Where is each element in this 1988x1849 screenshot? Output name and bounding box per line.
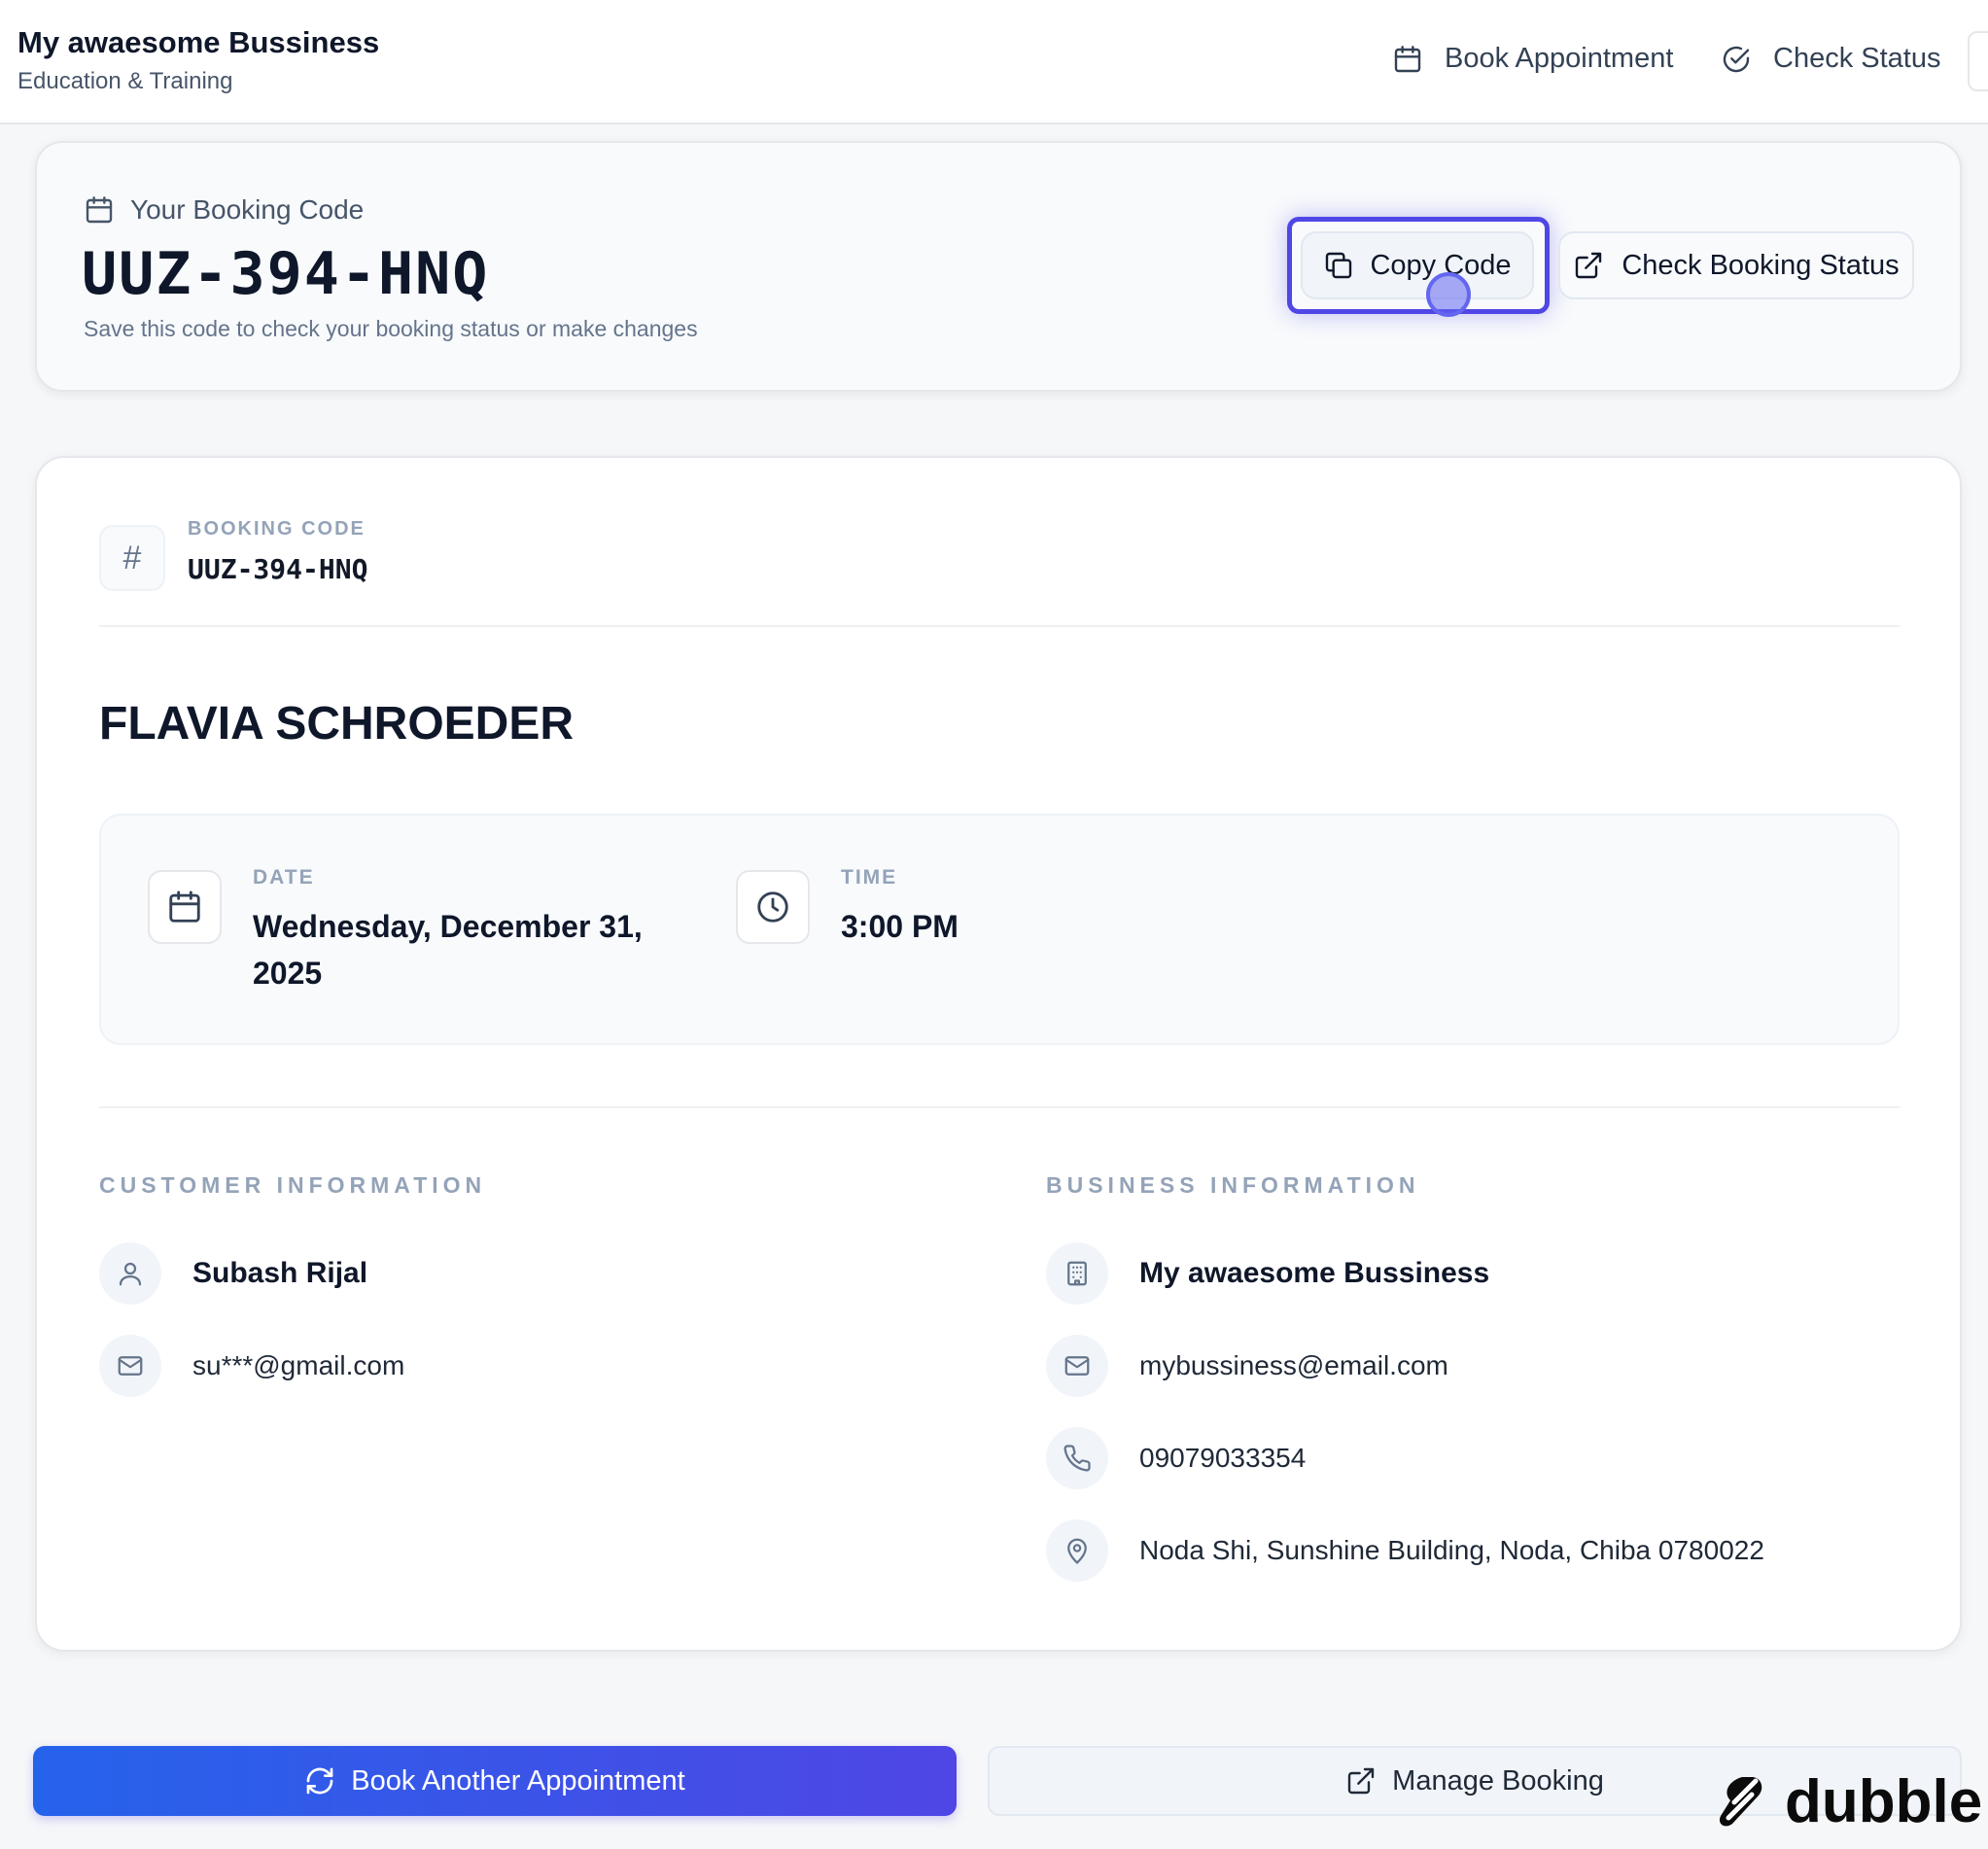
divider [99,625,1900,627]
business-address-row: Noda Shi, Sunshine Building, Noda, Chiba… [1046,1519,1764,1582]
mouse-cursor-indicator [1426,272,1471,317]
copy-icon [1323,250,1354,281]
business-address: Noda Shi, Sunshine Building, Noda, Chiba… [1139,1535,1764,1565]
hash-icon: # [99,525,165,591]
nav-book-appointment[interactable]: Book Appointment [1392,43,1673,75]
date-value: Wednesday, December 31, 2025 [253,909,643,991]
check-booking-status-button[interactable]: Check Booking Status [1558,231,1914,299]
dubble-logo-icon [1713,1773,1777,1832]
clock-icon [736,870,810,944]
nav-overflow-button[interactable] [1968,31,1988,91]
dubble-watermark: dubble [1713,1767,1982,1836]
external-link-icon [1345,1765,1377,1797]
booking-code-value: UUZ-394-HNQ [82,240,490,308]
business-name: My awaesome Bussiness [1139,1257,1490,1289]
phone-icon [1046,1427,1108,1489]
business-phone-row: 09079033354 [1046,1427,1306,1489]
nav-check-status[interactable]: Check Status [1721,43,1940,75]
customer-name-row: Subash Rijal [99,1242,367,1305]
check-booking-status-label: Check Booking Status [1622,249,1900,281]
refresh-icon [304,1765,335,1797]
time-label: TIME [841,866,898,889]
external-link-icon [1573,250,1604,281]
calendar-icon [84,194,115,226]
brand-title[interactable]: My awaesome Bussiness [17,25,379,60]
divider [99,1106,1900,1108]
top-header: My awaesome Bussiness Education & Traini… [0,0,1988,124]
calendar-icon [1392,44,1423,75]
booking-code-label: BOOKING CODE [188,518,366,540]
business-info-heading: BUSINESS INFORMATION [1046,1172,1420,1198]
booking-details-card: # BOOKING CODE UUZ-394-HNQ FLAVIA SCHROE… [35,456,1962,1652]
booking-code-heading-label: Your Booking Code [130,194,365,225]
watermark-text: dubble [1785,1768,1983,1835]
book-another-label: Book Another Appointment [351,1764,685,1797]
customer-info-heading: CUSTOMER INFORMATION [99,1172,487,1198]
customer-email: su***@gmail.com [192,1350,405,1380]
customer-name: Subash Rijal [192,1257,368,1289]
date-label: DATE [253,866,315,889]
mail-icon [99,1335,161,1397]
manage-booking-label: Manage Booking [1392,1764,1604,1797]
user-icon [99,1242,161,1305]
copy-code-button[interactable]: Copy Code [1301,231,1534,299]
nav-check-status-label: Check Status [1773,43,1941,74]
calendar-icon [148,870,222,944]
book-another-appointment-button[interactable]: Book Another Appointment [33,1746,957,1816]
brand-subtitle: Education & Training [17,68,233,94]
customer-email-row: su***@gmail.com [99,1335,404,1397]
business-email: mybussiness@email.com [1139,1350,1448,1380]
booking-code-hint: Save this code to check your booking sta… [84,316,698,341]
booking-code-card: Your Booking Code UUZ-394-HNQ Save this … [35,141,1962,392]
nav-book-appointment-label: Book Appointment [1445,43,1674,74]
booking-code-small: UUZ-394-HNQ [188,553,368,585]
time-value: 3:00 PM [841,909,959,944]
map-pin-icon [1046,1519,1108,1582]
booking-code-heading: Your Booking Code [84,194,364,226]
date-time-panel: DATE Wednesday, December 31, 2025 TIME 3… [99,814,1900,1045]
mail-icon [1046,1335,1108,1397]
service-title: FLAVIA SCHROEDER [99,698,575,750]
check-circle-icon [1721,44,1752,75]
business-phone: 09079033354 [1139,1443,1307,1473]
business-email-row: mybussiness@email.com [1046,1335,1448,1397]
business-name-row: My awaesome Bussiness [1046,1242,1489,1305]
building-icon [1046,1242,1108,1305]
